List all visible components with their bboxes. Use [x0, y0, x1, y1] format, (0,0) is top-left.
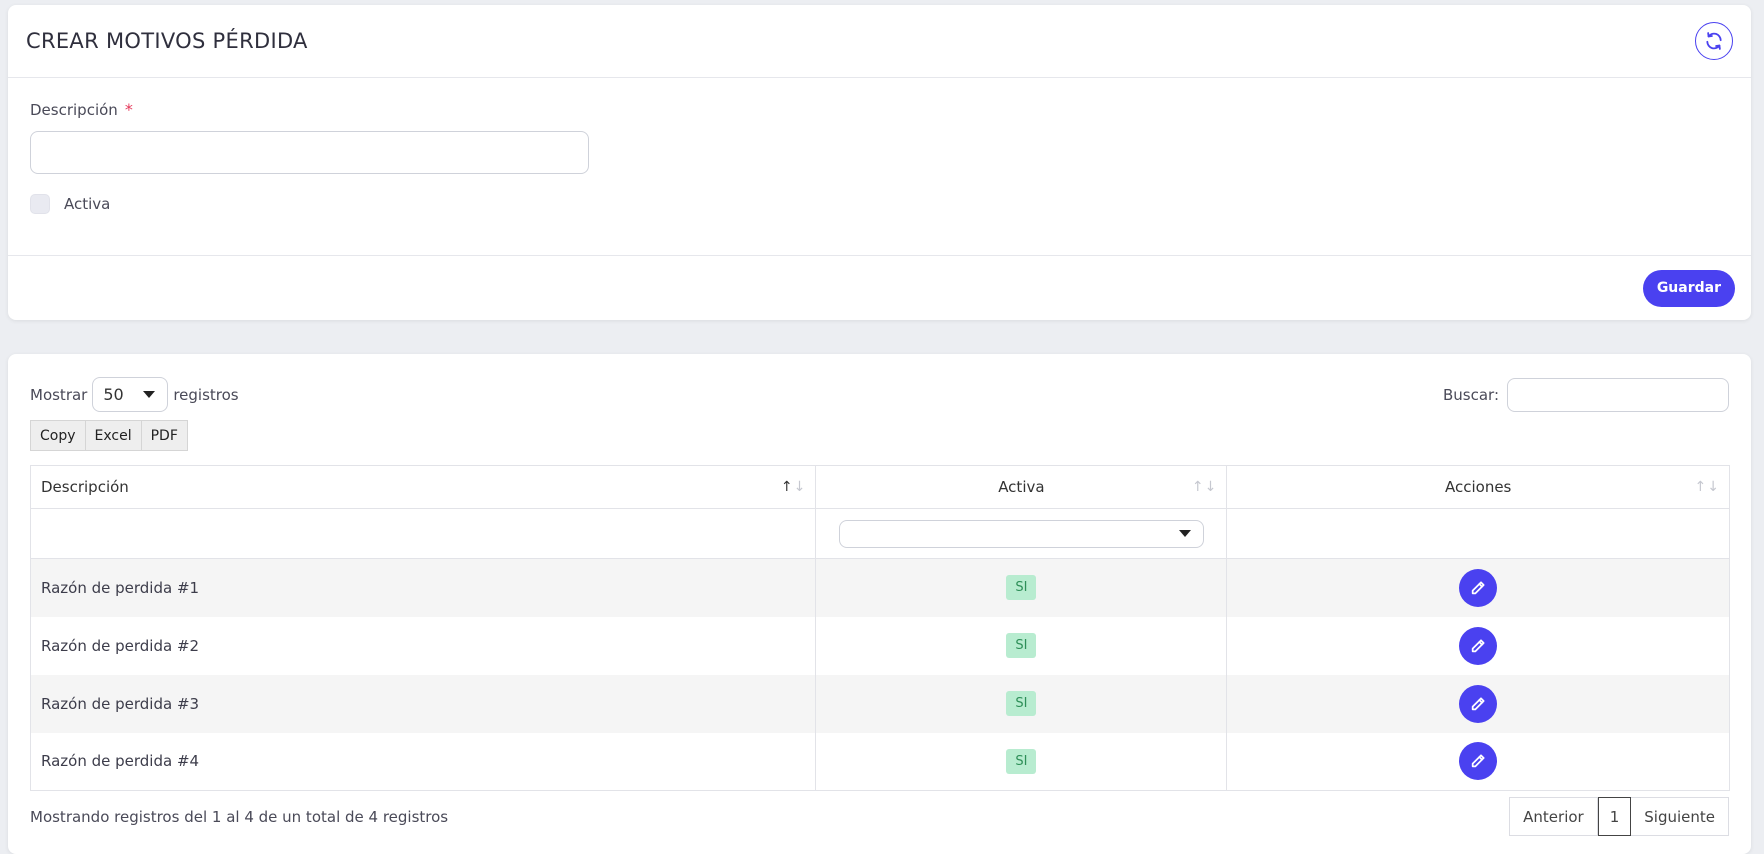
active-filter-select[interactable]: [838, 519, 1204, 548]
cell-description: Razón de perdida #1: [30, 558, 817, 617]
active-checkbox-row: Activa: [30, 194, 1729, 214]
excel-button[interactable]: Excel: [85, 420, 142, 451]
table-row: Razón de perdida #2 SI: [30, 616, 1730, 675]
form-footer: Guardar: [8, 255, 1751, 320]
status-badge: SI: [1006, 691, 1037, 716]
status-badge: SI: [1006, 748, 1037, 774]
pdf-button[interactable]: PDF: [141, 420, 188, 451]
pencil-icon: [1471, 638, 1485, 652]
cell-actions: [1226, 616, 1730, 675]
next-page-button[interactable]: Siguiente: [1631, 797, 1729, 836]
required-mark: *: [124, 100, 133, 119]
description-input[interactable]: [30, 131, 589, 174]
table-row: Razón de perdida #3 SI: [30, 674, 1730, 733]
page-length-control: Mostrar 50 registros: [30, 377, 239, 412]
edit-button[interactable]: [1459, 626, 1498, 665]
status-badge: SI: [1006, 633, 1037, 658]
form-body: Descripción * Activa: [8, 78, 1751, 255]
filter-row: [30, 508, 1730, 559]
filter-cell-description: [30, 508, 817, 559]
active-checkbox-label: Activa: [64, 195, 111, 213]
search-input[interactable]: [1507, 377, 1729, 412]
search-control: Buscar:: [1442, 377, 1729, 412]
table-row: Razón de perdida #4 SI: [30, 732, 1730, 791]
edit-button[interactable]: [1459, 684, 1498, 723]
status-badge: SI: [1006, 575, 1037, 601]
sort-arrows-icon: ↑↓: [1191, 479, 1218, 495]
search-label: Buscar:: [1442, 385, 1499, 404]
cell-description: Razón de perdida #2: [30, 616, 817, 675]
cell-active: SI: [815, 616, 1228, 675]
sort-arrows-icon: ↑↓: [780, 479, 807, 495]
pagination: Anterior 1 Siguiente: [1509, 797, 1729, 836]
copy-button[interactable]: Copy: [30, 420, 86, 451]
refresh-icon: [1706, 32, 1722, 50]
cell-actions: [1226, 558, 1730, 617]
table-row: Razón de perdida #1 SI: [30, 558, 1730, 617]
pencil-icon: [1471, 754, 1485, 768]
cell-active: SI: [815, 674, 1228, 733]
column-header-label: Descripción: [41, 478, 129, 496]
refresh-button[interactable]: [1695, 22, 1733, 60]
column-header-label: Acciones: [1444, 478, 1512, 496]
edit-button[interactable]: [1459, 568, 1498, 607]
description-label-row: Descripción *: [30, 100, 1729, 119]
page-length-select[interactable]: 50: [92, 377, 169, 412]
save-button[interactable]: Guardar: [1642, 269, 1735, 307]
caret-down-icon: [1178, 530, 1191, 537]
cell-actions: [1226, 674, 1730, 733]
cell-description: Razón de perdida #3: [30, 674, 817, 733]
column-header-active[interactable]: Activa ↑↓: [815, 465, 1228, 509]
page-1-button[interactable]: 1: [1597, 797, 1632, 836]
column-header-label: Activa: [998, 478, 1045, 496]
records-table-card: Mostrar 50 registros Buscar: Copy Excel …: [8, 354, 1751, 854]
active-checkbox[interactable]: [30, 194, 50, 214]
caret-down-icon: [143, 391, 156, 398]
export-buttons: Copy Excel PDF: [30, 420, 1729, 451]
cell-description: Razón de perdida #4: [30, 732, 817, 791]
edit-button[interactable]: [1459, 742, 1498, 781]
records-label: registros: [173, 385, 239, 404]
description-label: Descripción: [30, 101, 118, 119]
previous-page-button[interactable]: Anterior: [1509, 797, 1598, 836]
filter-cell-active: [815, 508, 1228, 559]
cell-actions: [1226, 732, 1730, 791]
pencil-icon: [1471, 696, 1485, 710]
sort-arrows-icon: ↑↓: [1694, 479, 1720, 495]
page-length-value: 50: [103, 385, 124, 404]
column-header-actions[interactable]: Acciones ↑↓: [1226, 465, 1730, 509]
card-header: CREAR MOTIVOS PÉRDIDA: [8, 5, 1751, 78]
column-header-description[interactable]: Descripción ↑↓: [30, 465, 817, 509]
pencil-icon: [1471, 581, 1485, 594]
cell-active: SI: [815, 732, 1228, 791]
table-header-row: Descripción ↑↓ Activa ↑↓ Acciones ↑↓: [30, 465, 1730, 509]
records-table: Descripción ↑↓ Activa ↑↓ Acciones ↑↓ Raz…: [30, 465, 1730, 791]
filter-cell-actions: [1226, 508, 1730, 559]
table-footer: Mostrando registros del 1 al 4 de un tot…: [30, 797, 1729, 836]
create-form-card: CREAR MOTIVOS PÉRDIDA Descripción * Acti…: [8, 5, 1751, 320]
table-toolbar: Mostrar 50 registros Buscar:: [30, 377, 1729, 412]
show-label: Mostrar: [30, 385, 88, 404]
records-info: Mostrando registros del 1 al 4 de un tot…: [30, 807, 449, 826]
cell-active: SI: [815, 558, 1228, 617]
page-title: CREAR MOTIVOS PÉRDIDA: [26, 29, 308, 53]
